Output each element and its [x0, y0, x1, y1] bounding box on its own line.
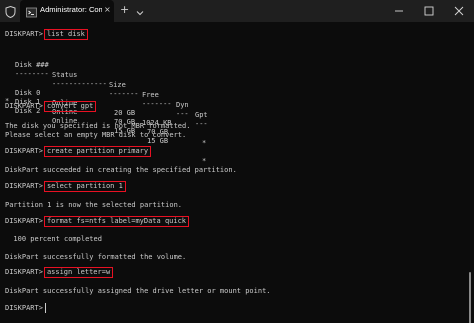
shield-icon: [5, 5, 16, 19]
prompt: DISKPART>: [5, 182, 43, 190]
message-partition-created: DiskPart succeeded in creating the speci…: [5, 166, 237, 174]
minimize-icon[interactable]: [384, 0, 414, 22]
close-tab-icon[interactable]: ×: [104, 4, 111, 16]
prompt: DISKPART>: [5, 217, 43, 225]
disk-table-row: * Disk 2 Online 15 GB 15 GB *: [5, 86, 465, 165]
message-letter-assigned: DiskPart successfully assigned the drive…: [5, 287, 271, 295]
terminal-tab-icon: [26, 5, 37, 18]
tab-dropdown-icon[interactable]: [135, 5, 145, 16]
command-format: format fs=ntfs label=myData quick: [43, 216, 190, 227]
terminal-window: Administrator: Command Prompt × +: [0, 0, 474, 323]
prompt: DISKPART>: [5, 268, 43, 276]
command-line-assign-letter: DISKPART> assign letter=w: [5, 267, 114, 278]
command-select-partition: select partition 1: [43, 181, 126, 192]
message-formatted: DiskPart successfully formatted the volu…: [5, 253, 187, 261]
command-line-select-partition: DISKPART> select partition 1: [5, 181, 126, 192]
tab-title: Administrator: Command Prompt: [40, 5, 102, 14]
command-line-create-partition: DISKPART> create partition primary: [5, 146, 152, 157]
prompt: DISKPART>: [5, 147, 43, 155]
maximize-icon[interactable]: [414, 0, 444, 22]
command-line-list-disk: DISKPART> list disk: [5, 29, 88, 40]
prompt: DISKPART>: [5, 30, 43, 38]
command-list-disk: list disk: [43, 29, 88, 40]
message-progress: 100 percent completed: [5, 235, 102, 243]
text-cursor: [44, 303, 46, 313]
message-select-empty-mbr: Please select an empty MBR disk to conve…: [5, 131, 187, 139]
message-partition-selected: Partition 1 is now the selected partitio…: [5, 201, 183, 209]
new-tab-icon[interactable]: +: [120, 3, 129, 17]
title-bar: Administrator: Command Prompt × +: [0, 0, 474, 22]
separator: -------: [142, 100, 172, 108]
separator: ---: [195, 120, 208, 128]
prompt: DISKPART>: [5, 102, 43, 110]
prompt: DISKPART>: [5, 304, 43, 312]
vertical-scrollbar[interactable]: [469, 272, 471, 323]
disk-gpt: *: [202, 139, 207, 147]
close-window-icon[interactable]: [444, 0, 474, 22]
command-create-partition: create partition primary: [43, 146, 152, 157]
command-line-convert-gpt: DISKPART> convert gpt: [5, 101, 97, 112]
console-output[interactable]: DISKPART> list disk Disk ### Status Size …: [0, 22, 471, 323]
current-prompt-line[interactable]: DISKPART>: [5, 303, 46, 313]
command-line-format: DISKPART> format fs=ntfs label=myData qui…: [5, 216, 190, 227]
command-convert-gpt: convert gpt: [43, 101, 97, 112]
separator: ---: [176, 110, 189, 118]
tab-command-prompt[interactable]: Administrator: Command Prompt ×: [20, 0, 114, 22]
command-assign-letter: assign letter=w: [43, 267, 114, 278]
